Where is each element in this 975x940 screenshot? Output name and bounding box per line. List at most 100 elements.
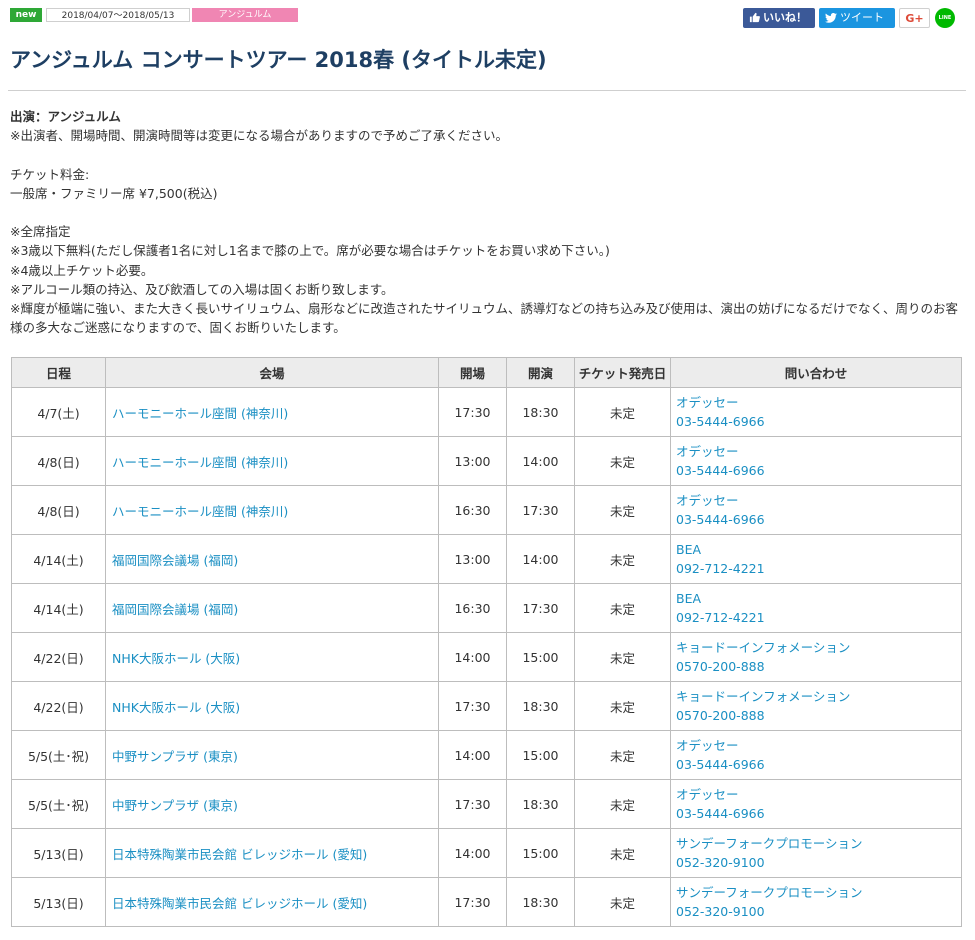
- contact-phone-link[interactable]: 03-5444-6966: [676, 755, 961, 774]
- header-ticket-sale: チケット発売日: [574, 357, 671, 388]
- ticket-sale-cell: 未定: [574, 779, 671, 829]
- contact-name-link[interactable]: BEA: [676, 589, 961, 608]
- note-ticket-age: ※4歳以上チケット必要。: [10, 262, 154, 278]
- ticket-sale-cell: 未定: [574, 632, 671, 682]
- start-time-cell: 17:30: [506, 583, 575, 633]
- start-time-cell: 15:00: [506, 828, 575, 878]
- contact-name-link[interactable]: オデッセー: [676, 785, 961, 804]
- venue-link[interactable]: 中野サンプラザ (東京): [105, 730, 439, 780]
- contact-phone-link[interactable]: 0570-200-888: [676, 657, 961, 676]
- date-cell: 5/5(土･祝): [11, 730, 106, 780]
- event-info: 出演：アンジュルム ※出演者、開場時間、開演時間等は変更になる場合がありますので…: [10, 107, 965, 337]
- contact-phone-link[interactable]: 03-5444-6966: [676, 510, 961, 529]
- open-time-cell: 13:00: [438, 534, 507, 584]
- date-cell: 5/5(土･祝): [11, 779, 106, 829]
- header-venue: 会場: [105, 357, 439, 388]
- table-row: 4/8(日) ハーモニーホール座間 (神奈川) 16:30 17:30 未定 オデッセー 0…: [11, 485, 962, 535]
- contact-phone-link[interactable]: 03-5444-6966: [676, 461, 961, 480]
- schedule-table: 日程 会場 開場 開演 チケット発売日 問い合わせ 4/7(土) ハーモニーホール…: [11, 357, 962, 927]
- contact-phone-link[interactable]: 03-5444-6966: [676, 804, 961, 823]
- header-open: 開場: [438, 357, 507, 388]
- open-time-cell: 13:00: [438, 436, 507, 486]
- twitter-tweet-button[interactable]: ツイート: [819, 8, 895, 28]
- facebook-like-button[interactable]: いいね！: [743, 8, 815, 28]
- start-time-cell: 17:30: [506, 485, 575, 535]
- venue-link[interactable]: 中野サンプラザ (東京): [105, 779, 439, 829]
- contact-name-link[interactable]: オデッセー: [676, 491, 961, 510]
- contact-cell: オデッセー 03-5444-6966: [670, 436, 962, 486]
- open-time-cell: 16:30: [438, 583, 507, 633]
- venue-link[interactable]: 日本特殊陶業市民会館 ビレッジホール (愛知): [105, 828, 439, 878]
- table-header-row: 日程 会場 開場 開演 チケット発売日 問い合わせ: [11, 357, 962, 388]
- header-start: 開演: [506, 357, 575, 388]
- contact-name-link[interactable]: オデッセー: [676, 442, 961, 461]
- contact-phone-link[interactable]: 092-712-4221: [676, 608, 961, 627]
- contact-name-link[interactable]: オデッセー: [676, 736, 961, 755]
- contact-phone-link[interactable]: 03-5444-6966: [676, 412, 961, 431]
- contact-cell: サンデーフォークプロモーション 052-320-9100: [670, 877, 962, 927]
- contact-name-link[interactable]: キョードーインフォメーション: [676, 638, 961, 657]
- contact-cell: BEA 092-712-4221: [670, 583, 962, 633]
- contact-cell: BEA 092-712-4221: [670, 534, 962, 584]
- start-time-cell: 15:00: [506, 730, 575, 780]
- title-divider: [8, 90, 966, 91]
- note-light-sticks: ※輝度が極端に強い、また大きく長いサイリュウム、扇形などに改造されたサイリュウム…: [10, 301, 958, 336]
- price-label: チケット料金:: [10, 166, 90, 182]
- open-time-cell: 14:00: [438, 632, 507, 682]
- ticket-sale-cell: 未定: [574, 436, 671, 486]
- contact-name-link[interactable]: キョードーインフォメーション: [676, 687, 961, 706]
- line-share-button[interactable]: LINE: [935, 8, 955, 28]
- new-badge: new: [10, 8, 42, 22]
- contact-cell: サンデーフォークプロモーション 052-320-9100: [670, 828, 962, 878]
- start-time-cell: 14:00: [506, 436, 575, 486]
- google-plus-button[interactable]: G+: [899, 8, 930, 28]
- note-seating: ※全席指定: [10, 224, 71, 240]
- note-children: ※3歳以下無料(ただし保護者1名に対し1名まで膝の上で。席が必要な場合はチケット…: [10, 243, 610, 259]
- open-time-cell: 14:00: [438, 730, 507, 780]
- venue-link[interactable]: ハーモニーホール座間 (神奈川): [105, 436, 439, 486]
- change-notice: ※出演者、開場時間、開演時間等は変更になる場合がありますので予めご了承ください。: [10, 128, 508, 144]
- contact-phone-link[interactable]: 052-320-9100: [676, 853, 961, 872]
- schedule-body: 4/7(土) ハーモニーホール座間 (神奈川) 17:30 18:30 未定 オデッセー 0…: [11, 387, 962, 927]
- open-time-cell: 16:30: [438, 485, 507, 535]
- table-row: 5/5(土･祝) 中野サンプラザ (東京) 17:30 18:30 未定 オデッセー 03-…: [11, 779, 962, 829]
- venue-link[interactable]: ハーモニーホール座間 (神奈川): [105, 387, 439, 437]
- venue-link[interactable]: 日本特殊陶業市民会館 ビレッジホール (愛知): [105, 877, 439, 927]
- contact-phone-link[interactable]: 0570-200-888: [676, 706, 961, 725]
- venue-link[interactable]: 福岡国際会議場 (福岡): [105, 583, 439, 633]
- venue-link[interactable]: 福岡国際会議場 (福岡): [105, 534, 439, 584]
- contact-phone-link[interactable]: 052-320-9100: [676, 902, 961, 921]
- contact-cell: オデッセー 03-5444-6966: [670, 730, 962, 780]
- artist-tag[interactable]: アンジュルム: [192, 8, 298, 22]
- contact-cell: オデッセー 03-5444-6966: [670, 779, 962, 829]
- ticket-sale-cell: 未定: [574, 534, 671, 584]
- venue-link[interactable]: NHK大阪ホール (大阪): [105, 632, 439, 682]
- date-cell: 4/22(日): [11, 632, 106, 682]
- table-row: 5/5(土･祝) 中野サンプラザ (東京) 14:00 15:00 未定 オデッセー 03-…: [11, 730, 962, 780]
- top-bar: new 2018/04/07〜2018/05/13 アンジュルム いいね！ ツイ…: [10, 8, 960, 30]
- contact-cell: キョードーインフォメーション 0570-200-888: [670, 632, 962, 682]
- contact-phone-link[interactable]: 092-712-4221: [676, 559, 961, 578]
- date-cell: 5/13(日): [11, 828, 106, 878]
- ticket-sale-cell: 未定: [574, 730, 671, 780]
- table-row: 5/13(日) 日本特殊陶業市民会館 ビレッジホール (愛知) 17:30 18:30…: [11, 877, 962, 927]
- contact-name-link[interactable]: BEA: [676, 540, 961, 559]
- venue-link[interactable]: NHK大阪ホール (大阪): [105, 681, 439, 731]
- open-time-cell: 17:30: [438, 681, 507, 731]
- contact-cell: オデッセー 03-5444-6966: [670, 387, 962, 437]
- start-time-cell: 18:30: [506, 387, 575, 437]
- open-time-cell: 14:00: [438, 828, 507, 878]
- header-contact: 問い合わせ: [670, 357, 962, 388]
- contact-name-link[interactable]: サンデーフォークプロモーション: [676, 883, 961, 902]
- thumbs-up-icon: [749, 12, 760, 23]
- date-cell: 5/13(日): [11, 877, 106, 927]
- table-row: 4/22(日) NHK大阪ホール (大阪) 17:30 18:30 未定 キョードーインフ…: [11, 681, 962, 731]
- table-row: 4/14(土) 福岡国際会議場 (福岡) 13:00 14:00 未定 BEA 092-71…: [11, 534, 962, 584]
- open-time-cell: 17:30: [438, 387, 507, 437]
- venue-link[interactable]: ハーモニーホール座間 (神奈川): [105, 485, 439, 535]
- contact-name-link[interactable]: オデッセー: [676, 393, 961, 412]
- contact-name-link[interactable]: サンデーフォークプロモーション: [676, 834, 961, 853]
- note-alcohol: ※アルコール類の持込、及び飲酒しての入場は固くお断り致します。: [10, 281, 394, 297]
